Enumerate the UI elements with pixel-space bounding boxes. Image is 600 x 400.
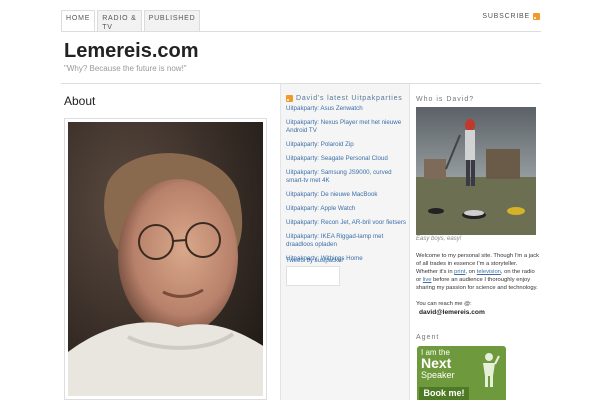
site-tagline: "Why? Because the future is now!": [64, 64, 187, 73]
speaker-figure-icon: [483, 353, 500, 387]
print-link[interactable]: print: [454, 269, 465, 275]
list-item[interactable]: Uitpakparty: De nieuwe MacBook: [286, 191, 406, 199]
list-item[interactable]: Uitpakparty: Seagate Personal Cloud: [286, 155, 406, 163]
nav-tab-published[interactable]: PUBLISHED: [143, 10, 201, 31]
bio-text-part: before an audience I thoroughly enjoy sh…: [416, 277, 538, 291]
television-link[interactable]: television: [477, 269, 501, 275]
contact-label: You can reach me @:: [416, 301, 472, 307]
book-me-button[interactable]: Book me!: [419, 387, 469, 400]
list-item[interactable]: Uitpakparty: Apple Watch: [286, 205, 406, 213]
uitpakparties-heading: David's latest Uitpakparties: [286, 95, 403, 102]
contact-email[interactable]: david@lemereis.com: [419, 309, 485, 316]
rss-icon[interactable]: [286, 95, 293, 102]
about-photo-frame: [64, 118, 267, 400]
list-item[interactable]: Uitpakparty: Polaroid Zip: [286, 141, 406, 149]
nav-tab-radio-tv[interactable]: RADIO & TV: [97, 10, 142, 31]
list-item[interactable]: Uitpakparty: IKEA Riggad-lamp met draadl…: [286, 233, 406, 249]
header-top-divider: [61, 31, 541, 32]
list-item[interactable]: Uitpakparty: Recon Jet, AR-bril voor fie…: [286, 219, 406, 227]
tweets-embed[interactable]: [286, 266, 340, 286]
list-item[interactable]: Uitpakparty: Asus Zenwatch: [286, 105, 406, 113]
who-is-david-heading: Who is David?: [416, 96, 475, 103]
next-speaker-badge[interactable]: I am the Next Speaker Book me!: [417, 346, 506, 400]
page-title: About: [64, 94, 96, 108]
photo-caption: Easy boys, easy!: [416, 236, 462, 242]
badge-line-3: Speaker: [421, 370, 455, 380]
bio-text-part: , on: [465, 269, 477, 275]
bio-text: Welcome to my personal site. Though I'm …: [416, 252, 540, 292]
list-item[interactable]: Uitpakparty: Nexus Player met het nieuwe…: [286, 119, 406, 135]
top-navigation: HOME RADIO & TV PUBLISHED: [61, 10, 201, 32]
subscribe-label: SUBSCRIBE: [482, 13, 530, 20]
list-item[interactable]: Uitpakparty: Samsung JS9000, curved smar…: [286, 169, 406, 185]
tweets-link[interactable]: Tweets by susipacker: [286, 258, 343, 264]
uitpakparties-list: Uitpakparty: Asus Zenwatch Uitpakparty: …: [286, 105, 406, 269]
uitpakparties-widget: David's latest Uitpakparties Uitpakparty…: [280, 84, 410, 400]
subscribe-link[interactable]: SUBSCRIBE: [482, 13, 540, 20]
site-title[interactable]: Lemereis.com: [64, 40, 199, 63]
portrait-photo: [68, 122, 263, 396]
david-outdoor-photo: [416, 107, 536, 235]
nav-tab-home[interactable]: HOME: [61, 10, 96, 32]
badge-line-2: Next: [421, 355, 452, 371]
uitpakparties-title[interactable]: David's latest Uitpakparties: [296, 95, 403, 102]
rss-icon: [533, 13, 540, 20]
agent-heading: Agent: [416, 334, 440, 341]
